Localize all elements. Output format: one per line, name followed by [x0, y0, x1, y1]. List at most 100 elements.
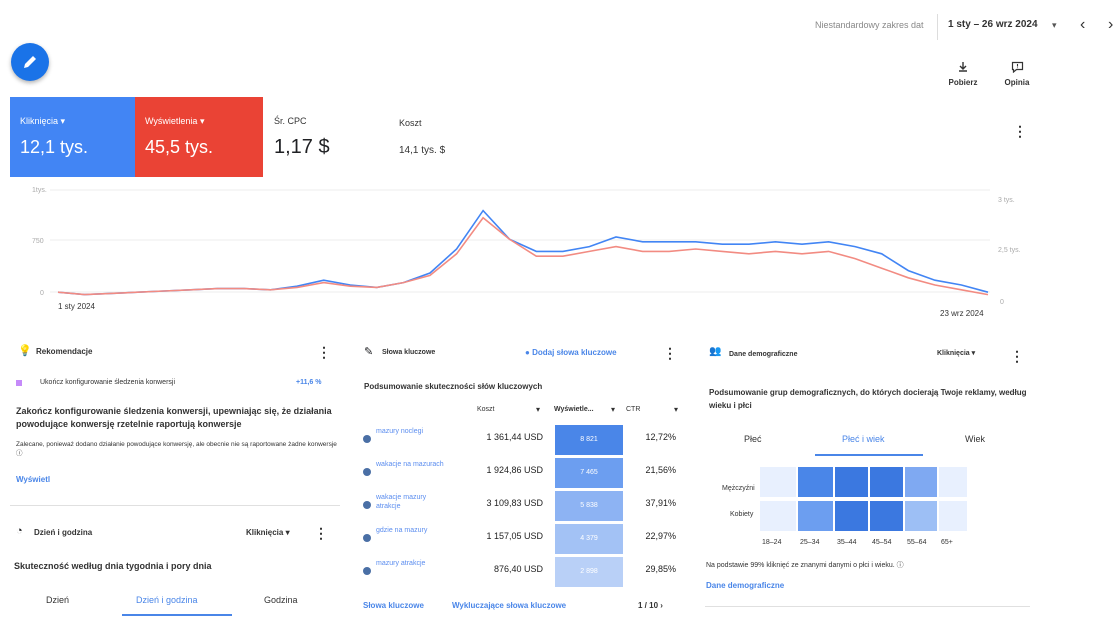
recommendations-panel: 💡 Rekomendacje ⋮ Ukończ konfigurowanie ś… [10, 335, 340, 495]
chart-series [57, 209, 989, 296]
keyword-impressions: 5 838 [580, 502, 598, 509]
bar-chart-icon [16, 380, 22, 386]
more-menu-icon[interactable]: ⋮ [314, 526, 328, 540]
divider [705, 606, 1030, 607]
view-link[interactable]: Wyświetl [16, 475, 50, 484]
column-header-cost[interactable]: Koszt [477, 406, 495, 413]
keyword-name[interactable]: wakacje mazury atrakcje [376, 493, 451, 511]
metric-value: 1,17 $ [274, 136, 330, 158]
row-label-men: Mężczyźni [722, 485, 755, 492]
keyword-row[interactable]: mazury atrakcje 876,40 USD 2 898 29,85% [363, 557, 688, 587]
status-dot-icon [363, 435, 371, 443]
heatmap-cell[interactable] [939, 467, 967, 497]
negative-keywords-link[interactable]: Wykluczające słowa kluczowe [452, 601, 566, 610]
keyword-name[interactable]: mazury noclegi [376, 427, 451, 436]
panel-title: Dzień i godzina [34, 528, 93, 537]
metric-value: 12,1 tys. [20, 137, 89, 157]
heatmap-cell[interactable] [798, 501, 833, 531]
keyword-impressions-cell: 8 821 [555, 425, 623, 455]
keyword-name[interactable]: mazury atrakcje [376, 559, 451, 568]
keyword-row[interactable]: gdzie na mazury 1 157,05 USD 4 379 22,97% [363, 524, 688, 554]
metric-card-cost[interactable]: Koszt 14,1 tys. $ [399, 97, 519, 177]
sort-icon[interactable]: ▾ [674, 405, 678, 414]
keyword-impressions: 8 821 [580, 436, 598, 443]
keyword-ctr: 37,91% [645, 498, 676, 508]
y-right-tick: 2,5 tys. [998, 247, 1021, 254]
keyword-row[interactable]: mazury noclegi 1 361,44 USD 8 821 12,72% [363, 425, 688, 455]
keyword-ctr: 29,85% [645, 564, 676, 574]
pagination[interactable]: 1 / 10 › [638, 601, 663, 610]
column-header-impressions[interactable]: Wyświetle... [554, 406, 594, 413]
x-start-label: 1 sty 2024 [58, 302, 95, 311]
performance-chart: 1tys. 750 0 3 tys. 2,5 tys. 0 1 sty 2024… [32, 187, 1021, 318]
panel-title: Słowa kluczowe [382, 349, 436, 356]
y-right-tick: 0 [1000, 299, 1004, 306]
tab-age[interactable]: Wiek [965, 434, 985, 444]
caret-down-icon[interactable]: ▾ [1052, 20, 1057, 31]
more-menu-icon[interactable]: ⋮ [1010, 349, 1024, 363]
chevron-left-icon[interactable]: ‹ [1080, 16, 1085, 34]
tab-gender-age[interactable]: Płeć i wiek [842, 434, 885, 444]
chevron-right-icon[interactable]: › [1108, 16, 1113, 34]
tab-hour[interactable]: Godzina [264, 595, 298, 605]
tab-day[interactable]: Dzień [46, 595, 69, 605]
tab-gender[interactable]: Płeć [744, 434, 762, 444]
tab-indicator [815, 454, 923, 456]
status-dot-icon [363, 468, 371, 476]
heatmap-cell[interactable] [905, 467, 937, 497]
heatmap-cell[interactable] [905, 501, 937, 531]
keyword-impressions: 4 379 [580, 535, 598, 542]
heatmap-cell[interactable] [798, 467, 833, 497]
keyword-impressions: 2 898 [580, 568, 598, 575]
age-column-label: 35–44 [837, 539, 857, 546]
heatmap-cell[interactable] [835, 467, 868, 497]
sort-icon[interactable]: ▾ [611, 405, 615, 414]
metric-select[interactable]: Kliknięcia ▾ [937, 349, 975, 357]
add-keywords-button[interactable]: ● Dodaj słowa kluczowe [525, 348, 617, 357]
metric-label: Koszt [399, 118, 422, 128]
download-button[interactable]: Pobierz [944, 60, 982, 87]
keyword-impressions-cell: 5 838 [555, 491, 623, 521]
edit-fab-button[interactable] [11, 43, 49, 81]
metric-label: Kliknięcia ▾ [20, 116, 66, 126]
feedback-button[interactable]: Opinia [998, 60, 1036, 87]
panel-subtitle: Podsumowanie grup demograficznych, do kt… [709, 388, 1027, 410]
heatmap-cell[interactable] [760, 501, 796, 531]
age-column-label: 25–34 [800, 539, 820, 546]
keyword-icon: ✎ [364, 346, 374, 358]
keywords-link[interactable]: Słowa kluczowe [363, 601, 424, 610]
keyword-row[interactable]: wakacje mazury atrakcje 3 109,83 USD 5 838… [363, 491, 688, 521]
keyword-cost: 1 361,44 USD [486, 432, 543, 442]
keyword-name[interactable]: gdzie na mazury [376, 526, 451, 535]
heatmap-cell[interactable] [760, 467, 796, 497]
age-column-label: 18–24 [762, 539, 782, 546]
date-range-select[interactable]: 1 sty – 26 wrz 2024 [948, 19, 1038, 30]
metric-card-impressions[interactable]: Wyświetlenia ▾ 45,5 tys. [135, 97, 263, 177]
heatmap-cell[interactable] [939, 501, 967, 531]
metric-card-clicks[interactable]: Kliknięcia ▾ 12,1 tys. [10, 97, 135, 177]
series-line-impressions [57, 216, 989, 296]
more-menu-icon[interactable]: ⋮ [663, 346, 677, 360]
more-menu-icon[interactable]: ⋮ [1013, 124, 1027, 138]
heatmap-cell[interactable] [870, 467, 903, 497]
tab-day-hour[interactable]: Dzień i godzina [136, 595, 198, 605]
demographics-link[interactable]: Dane demograficzne [706, 581, 784, 590]
keyword-impressions: 7 465 [580, 469, 598, 476]
keyword-row[interactable]: wakacje na mazurach 1 924,86 USD 7 465 21,5… [363, 458, 688, 488]
recommendation-body: Zalecane, ponieważ dodano działanie powo… [16, 441, 337, 457]
download-label: Pobierz [948, 78, 978, 87]
column-header-ctr[interactable]: CTR [626, 406, 640, 413]
row-label-women: Kobiety [730, 511, 754, 518]
heatmap-cell[interactable] [835, 501, 868, 531]
recommendation-item[interactable]: Ukończ konfigurowanie śledzenia konwersj… [40, 379, 175, 386]
metric-select[interactable]: Kliknięcia ▾ [246, 528, 290, 537]
panel-title: Dane demograficzne [729, 351, 798, 358]
more-menu-icon[interactable]: ⋮ [317, 345, 331, 359]
keyword-name[interactable]: wakacje na mazurach [376, 460, 451, 469]
heatmap-cell[interactable] [870, 501, 903, 531]
keyword-impressions-cell: 7 465 [555, 458, 623, 488]
age-column-label: 55–64 [907, 539, 927, 546]
metric-card-cpc[interactable]: Śr. CPC 1,17 $ [274, 97, 384, 177]
recommendation-score: +11,6 % [296, 379, 322, 386]
sort-icon[interactable]: ▾ [536, 405, 540, 414]
